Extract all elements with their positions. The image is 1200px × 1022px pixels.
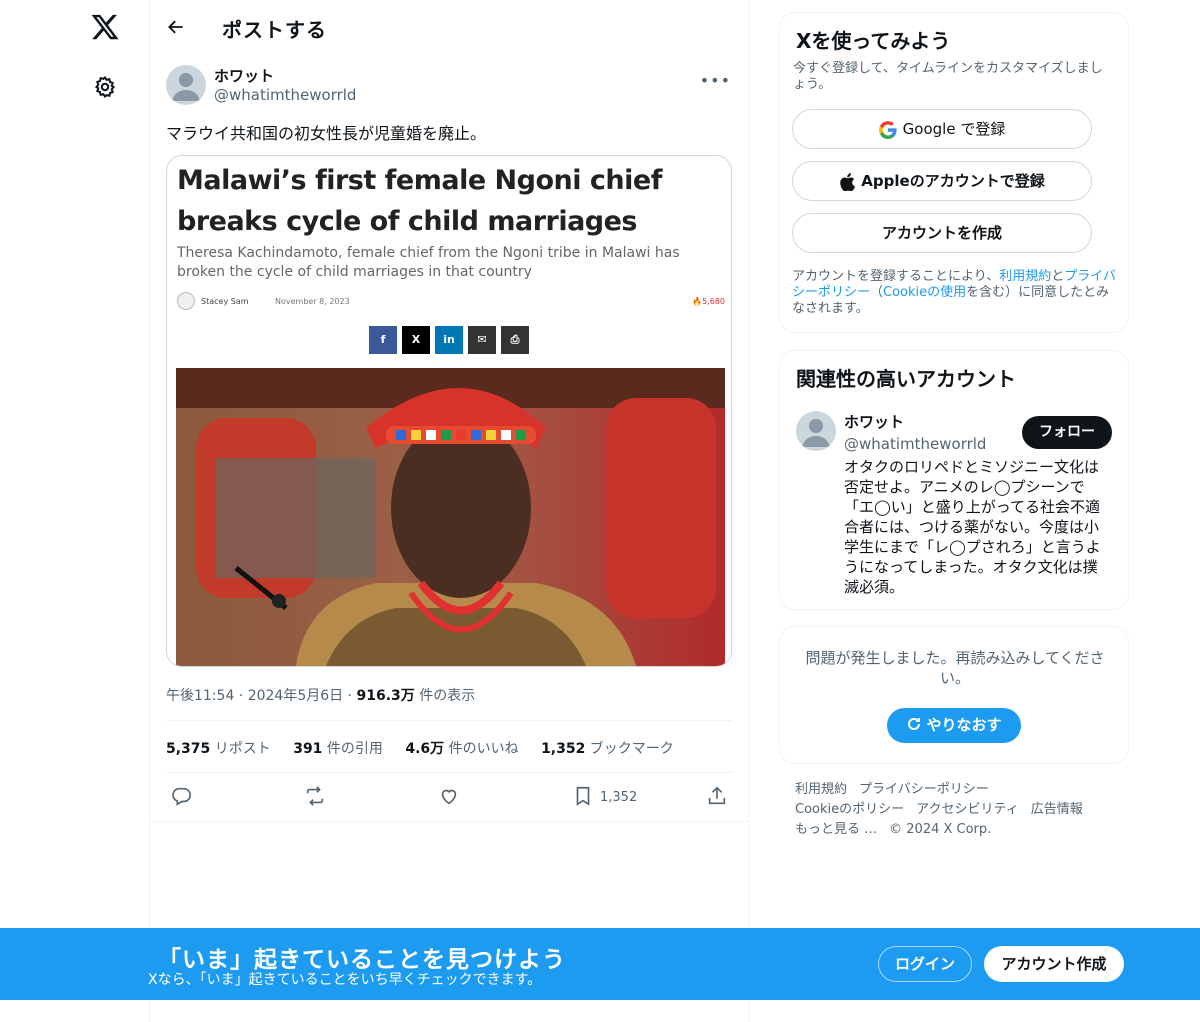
- card-subtitle: Theresa Kachindamoto, female chief from …: [177, 245, 680, 280]
- cookie-link[interactable]: Cookieの使用: [883, 285, 966, 300]
- card-author: Stacey Sam: [201, 297, 249, 306]
- like-button[interactable]: [438, 785, 460, 809]
- banner-subtitle: Xなら、「いま」起きていることをいち早くチェックできます。: [148, 972, 542, 988]
- reply-button[interactable]: [170, 785, 192, 809]
- facebook-icon: f: [369, 326, 397, 354]
- footer-link-terms[interactable]: 利用規約: [795, 782, 847, 797]
- related-account-handle[interactable]: @whatimtheworrld: [844, 435, 986, 453]
- error-message: 問題が発生しました。再読み込みしてください。: [805, 649, 1105, 687]
- card-share-row: f Xin ✉ ⎙: [369, 326, 534, 354]
- x-logo-icon[interactable]: [90, 12, 120, 42]
- main-column: ポストする ホワット @whatimtheworrld ••• マラウイ共和国の…: [150, 0, 749, 1022]
- footer-copyright: © 2024 X Corp.: [889, 822, 992, 837]
- terms-prefix: アカウントを登録することにより、: [792, 269, 1000, 284]
- bookmark-button[interactable]: 1,352: [572, 785, 637, 809]
- footer-link-accessibility[interactable]: アクセシビリティ: [916, 802, 1019, 817]
- footer-link-ads[interactable]: 広告情報: [1031, 802, 1083, 817]
- post-author: ホワット @whatimtheworrld •••: [166, 65, 731, 109]
- views-label: 件の表示: [414, 688, 476, 704]
- footer-link-cookie[interactable]: Cookieのポリシー: [795, 802, 904, 817]
- left-nav: [0, 0, 150, 1022]
- share-button[interactable]: [706, 785, 728, 809]
- apple-icon: [840, 172, 856, 191]
- google-signup-button[interactable]: Google で登録: [792, 109, 1092, 149]
- post-stats: 5,375 リポスト 391 件の引用 4.6万 件のいいね 1,352 ブック…: [166, 738, 692, 758]
- reply-icon: [172, 787, 191, 806]
- repost-button[interactable]: [304, 785, 326, 809]
- divider: [166, 720, 732, 721]
- signup-panel: Xを使ってみよう 今すぐ登録して、タイムラインをカスタマイズしましょう。 Goo…: [779, 12, 1129, 333]
- terms-and: と: [1051, 269, 1065, 284]
- footer-link-more[interactable]: もっと見る …: [795, 822, 877, 837]
- divider: [166, 772, 732, 773]
- retry-label: やりなおす: [926, 716, 1002, 734]
- repost-icon: [306, 786, 324, 806]
- reposts-stat[interactable]: 5,375 リポスト: [166, 741, 271, 757]
- likes-stat[interactable]: 4.6万 件のいいね: [405, 741, 518, 757]
- card-headline: Malawi’s first female Ngoni chief breaks…: [177, 165, 662, 237]
- timestamp-text[interactable]: 午後11:54 · 2024年5月6日 ·: [166, 688, 357, 704]
- error-panel: 問題が発生しました。再読み込みしてください。 やりなおす: [779, 626, 1129, 764]
- apple-signup-label: Appleのアカウントで登録: [861, 172, 1045, 190]
- card-views: 🔥5,680: [692, 297, 725, 306]
- card-meta: Stacey Sam November 8, 2023 🔥5,680: [177, 292, 727, 310]
- apple-signup-button[interactable]: Appleのアカウントで登録: [792, 161, 1092, 201]
- divider: [150, 821, 749, 822]
- footer-link-privacy[interactable]: プライバシーポリシー: [859, 782, 989, 797]
- card-author-avatar: [177, 292, 195, 310]
- terms-link[interactable]: 利用規約: [999, 269, 1051, 284]
- related-account-name[interactable]: ホワット: [844, 411, 904, 432]
- linkedin-icon: in: [435, 326, 463, 354]
- related-account-bio: オタクのロリペドとミソジニー文化は否定せよ。アニメのレ◯プシーンで「エ◯い」と盛…: [844, 458, 1101, 596]
- more-options-icon[interactable]: •••: [700, 71, 731, 90]
- bookmark-icon: [576, 786, 590, 806]
- signup-terms: アカウントを登録することにより、利用規約とプライバシーポリシー（Cookieの使…: [792, 269, 1118, 317]
- page-title: ポストする: [222, 18, 327, 42]
- terms-paren: （: [870, 285, 884, 300]
- card-date: November 8, 2023: [275, 297, 350, 306]
- footer-links: 利用規約 プライバシーポリシー Cookieのポリシー アクセシビリティ 広告情報 も…: [795, 780, 1125, 840]
- bookmark-count: 1,352: [600, 790, 638, 805]
- signup-banner: 「いま」起きていることを見つけよう Xなら、「いま」起きていることをいち早くチェ…: [0, 928, 1200, 1000]
- gear-icon[interactable]: [93, 75, 117, 99]
- signup-button[interactable]: アカウント作成: [984, 946, 1124, 982]
- login-button[interactable]: ログイン: [878, 946, 972, 982]
- post-timestamp: 午後11:54 · 2024年5月6日 · 916.3万 件の表示: [166, 685, 475, 705]
- topbar: ポストする: [150, 0, 748, 55]
- related-accounts-panel: 関連性の高いアカウント ホワット @whatimtheworrld フォロー オ…: [779, 350, 1129, 610]
- google-icon: [878, 120, 897, 139]
- post-text: マラウイ共和国の初女性長が児童婚を廃止。: [166, 124, 487, 143]
- share-icon: [708, 786, 726, 805]
- signup-panel-title: Xを使ってみよう: [796, 29, 951, 53]
- email-icon: ✉: [468, 326, 496, 354]
- heart-icon: [441, 789, 457, 805]
- post-actions: 1,352: [166, 785, 732, 811]
- bookmarks-stat[interactable]: 1,352 ブックマーク: [541, 741, 674, 757]
- avatar[interactable]: [796, 411, 836, 451]
- signup-panel-subtitle: 今すぐ登録して、タイムラインをカスタマイズしましょう。: [793, 61, 1103, 92]
- x-icon: X: [402, 326, 430, 354]
- related-panel-title: 関連性の高いアカウント: [796, 367, 1016, 391]
- card-photo: [176, 368, 725, 666]
- print-icon: ⎙: [501, 326, 529, 354]
- retry-button[interactable]: やりなおす: [887, 708, 1021, 743]
- follow-button[interactable]: フォロー: [1022, 416, 1112, 449]
- link-card[interactable]: Malawi’s first female Ngoni chief breaks…: [166, 155, 732, 667]
- avatar[interactable]: [166, 65, 206, 105]
- author-handle[interactable]: @whatimtheworrld: [214, 86, 356, 104]
- quotes-stat[interactable]: 391 件の引用: [293, 741, 383, 757]
- back-arrow-icon[interactable]: [166, 17, 186, 37]
- views-count: 916.3万: [356, 688, 415, 704]
- create-account-button[interactable]: アカウントを作成: [792, 213, 1092, 253]
- author-name[interactable]: ホワット: [214, 65, 274, 86]
- refresh-icon: [908, 717, 921, 730]
- google-signup-label: Google で登録: [902, 120, 1006, 138]
